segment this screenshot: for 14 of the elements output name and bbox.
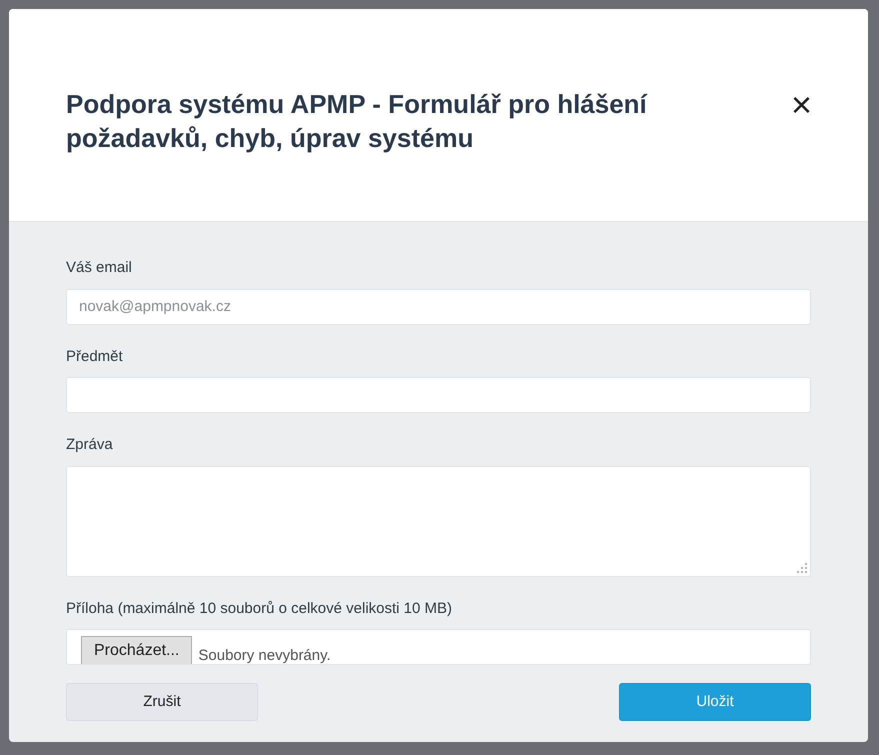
file-field[interactable]: Procházet... Soubory nevybrány. [66,629,811,665]
message-field[interactable] [66,466,811,576]
field-label: Předmět [66,346,124,366]
field-label: Zpráva [66,435,114,455]
resize-handle-icon[interactable] [797,562,808,574]
field-label: Příloha (maximálně 10 souborů o celkové velikosti 10 MB) [66,598,454,618]
dialog-title: Podpora systému APMP - Formulář pro hlášení požadavků, chyb, úprav systému [66,88,648,155]
close-button[interactable]: × [790,89,812,121]
file-status: Soubory nevybrány. [198,646,331,664]
input-field[interactable] [66,377,811,413]
browse-button[interactable]: Procházet... [81,636,192,664]
input-field[interactable]: novak@apmpnovak.cz [66,288,811,324]
field-label: Váš email [66,258,133,278]
cancel-button[interactable]: Zrušit [66,683,258,721]
